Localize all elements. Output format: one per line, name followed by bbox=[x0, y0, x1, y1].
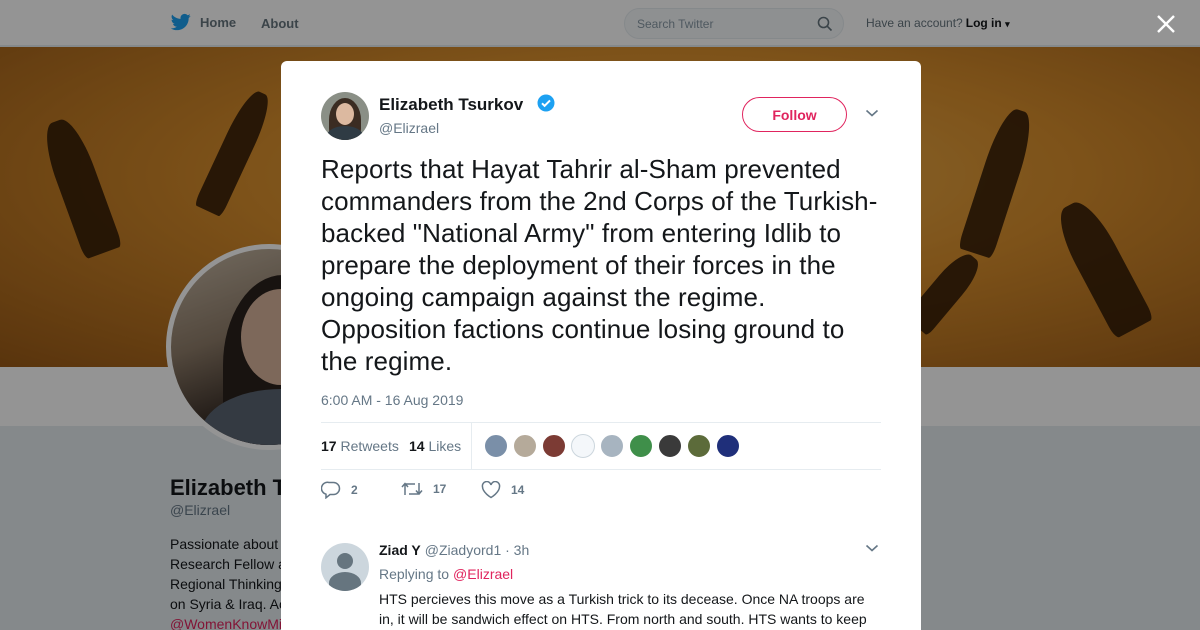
liker-avatar[interactable] bbox=[629, 434, 653, 458]
liker-avatar[interactable] bbox=[600, 434, 624, 458]
retweet-count: 17 bbox=[433, 482, 447, 496]
tweet-text: Reports that Hayat Tahrir al-Sham preven… bbox=[321, 154, 878, 376]
tweet-modal: Elizabeth Tsurkov @Elizrael Follow Repor… bbox=[281, 61, 921, 630]
follow-button[interactable]: Follow bbox=[742, 97, 847, 132]
verified-badge-icon bbox=[537, 94, 555, 112]
like-count: 14 bbox=[511, 483, 525, 497]
heart-icon bbox=[481, 481, 501, 499]
liker-avatar[interactable] bbox=[542, 434, 566, 458]
tweet-stats: 17 Retweets 14 Likes bbox=[321, 422, 881, 470]
author-handle[interactable]: @Elizrael bbox=[379, 120, 439, 136]
reply-avatar[interactable] bbox=[321, 543, 369, 591]
chevron-down-icon[interactable] bbox=[865, 108, 879, 118]
reply-header: Ziad Y @Ziadyord1 · 3h bbox=[379, 542, 529, 558]
liker-avatar[interactable] bbox=[571, 434, 595, 458]
reply-count: 2 bbox=[351, 483, 358, 497]
likes-label: Likes bbox=[428, 438, 462, 454]
author-avatar[interactable] bbox=[321, 92, 369, 140]
liker-avatar[interactable] bbox=[658, 434, 682, 458]
likes-stat[interactable]: 14 Likes bbox=[409, 438, 461, 454]
reply-author-name[interactable]: Ziad Y bbox=[379, 542, 421, 558]
tweet-timestamp[interactable]: 6:00 AM - 16 Aug 2019 bbox=[321, 392, 463, 408]
retweets-stat[interactable]: 17 Retweets bbox=[321, 438, 399, 454]
liker-avatar[interactable] bbox=[484, 434, 508, 458]
reply-action[interactable]: 2 bbox=[321, 481, 358, 499]
liker-avatar[interactable] bbox=[513, 434, 537, 458]
liker-avatar[interactable] bbox=[687, 434, 711, 458]
reply-time[interactable]: · 3h bbox=[505, 542, 529, 558]
replying-to-link[interactable]: @Elizrael bbox=[453, 566, 513, 582]
retweets-label: Retweets bbox=[340, 438, 399, 454]
retweet-action[interactable]: 17 bbox=[401, 481, 446, 497]
close-icon[interactable] bbox=[1152, 10, 1180, 38]
reply-icon bbox=[321, 481, 341, 499]
likes-count: 14 bbox=[409, 438, 425, 454]
likers-avatars bbox=[484, 434, 740, 458]
stats-divider bbox=[471, 423, 472, 469]
chevron-down-icon[interactable] bbox=[865, 543, 879, 553]
replying-to-label: Replying to bbox=[379, 566, 450, 582]
author-name[interactable]: Elizabeth Tsurkov bbox=[379, 95, 523, 115]
replying-to: Replying to @Elizrael bbox=[379, 566, 513, 582]
retweets-count: 17 bbox=[321, 438, 337, 454]
liker-avatar[interactable] bbox=[716, 434, 740, 458]
like-action[interactable]: 14 bbox=[481, 481, 524, 499]
reply-text: HTS percieves this move as a Turkish tri… bbox=[379, 591, 867, 627]
reply-author-handle[interactable]: @Ziadyord1 bbox=[425, 542, 501, 558]
retweet-icon bbox=[401, 482, 423, 495]
